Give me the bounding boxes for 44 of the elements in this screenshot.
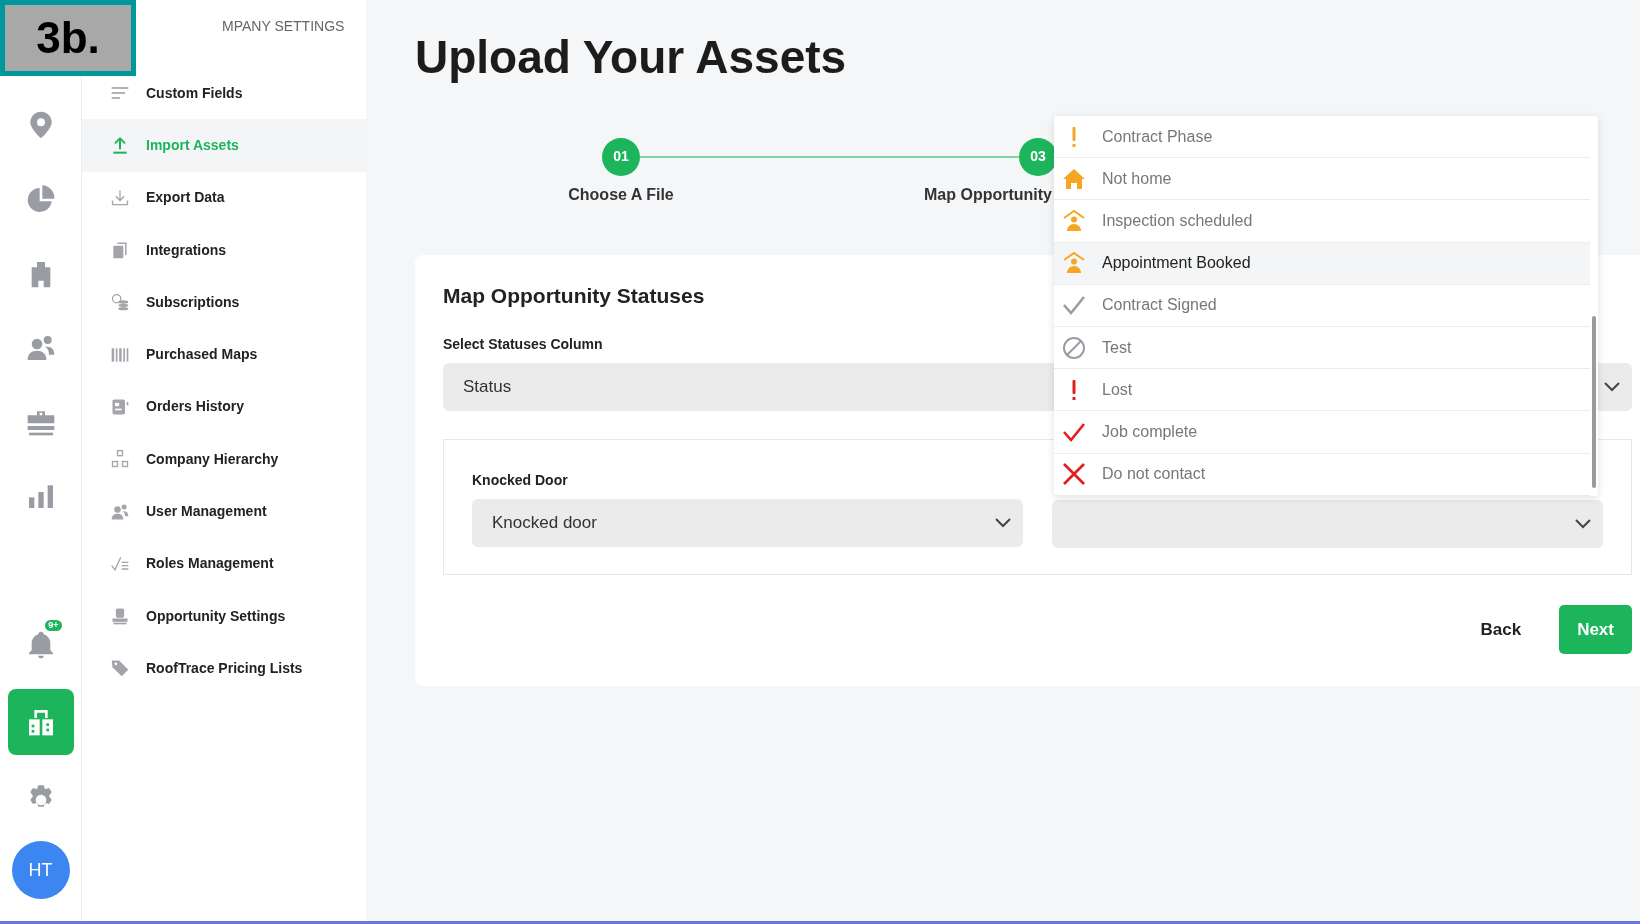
field-label: Select Statuses Column [443,334,603,354]
chevron-down-icon [995,517,1011,528]
sidebar-item[interactable]: Export Data [82,171,366,224]
user-avatar[interactable]: HT [11,841,70,899]
sidebar-item[interactable]: RoofTrace Pricing Lists [82,642,366,695]
page-title: Upload Your Assets [415,32,848,83]
notification-count: 9+ [43,618,64,633]
select-field[interactable]: Knocked door [472,498,1023,547]
sidebar-item[interactable]: Purchased Maps [82,328,366,381]
step-label: Map Opportunity [924,184,1052,205]
sidebar-item[interactable]: Company Hierarchy [82,433,366,486]
step-number: 03 [1019,137,1057,176]
step-label: Choose A File [568,184,674,205]
hierarchy-icon [110,449,130,470]
chevron-down-icon [1604,381,1620,392]
field-label: Knocked Door [472,470,568,490]
stamp-icon [110,606,130,627]
step-number: 01 [602,137,640,176]
back-button[interactable]: Back [1472,606,1530,653]
upload-icon [110,135,130,156]
label-badge: 3b. [0,0,136,76]
sidebar-item[interactable]: Roles Management [82,537,366,590]
dropdown-option[interactable]: Job complete [1054,411,1590,454]
select-field[interactable] [1052,499,1603,548]
tag-icon [110,658,130,679]
sidebar-item[interactable]: Orders History [82,380,366,434]
dropdown-option[interactable]: Do not contact [1054,453,1590,496]
dropdown-option[interactable]: Inspection scheduled [1054,200,1590,243]
dropdown-option[interactable]: Test [1054,326,1590,370]
dropdown-option[interactable]: Contract Phase [1054,116,1590,159]
dropdown-option[interactable]: Contract Signed [1054,284,1590,327]
copy-icon [110,240,130,261]
sidebar-item[interactable]: Opportunity Settings [82,589,366,643]
dropdown-option[interactable]: Not home [1054,158,1590,201]
scrollbar[interactable] [1592,316,1596,488]
sidebar-item[interactable]: Integrations [82,223,366,277]
dropdown-option[interactable]: Lost [1054,369,1590,412]
card-title: Map Opportunity Statuses [443,282,705,308]
nav-icon-button[interactable] [7,689,74,755]
dropdown-option[interactable]: Appointment Booked [1054,242,1590,285]
sidebar-item[interactable]: Subscriptions [82,276,366,329]
sidebar-item[interactable]: User Management [82,485,366,538]
chevron-down-icon [1575,518,1591,529]
coins-icon [110,292,130,313]
